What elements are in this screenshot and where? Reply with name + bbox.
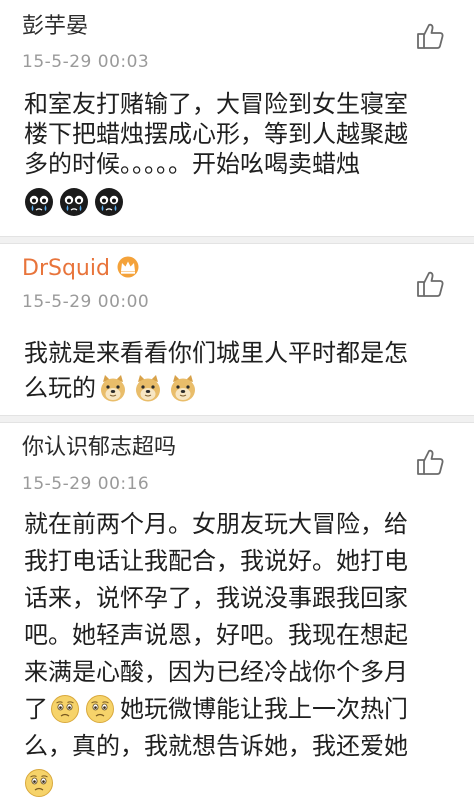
- comment-line: 了 她玩微博能让我上一次热门: [24, 694, 456, 724]
- comment-line: 我打电话让我配合，我说好。她打电: [24, 547, 408, 575]
- thumbs-up-icon[interactable]: [415, 447, 445, 477]
- doge-icon: [98, 373, 128, 403]
- username[interactable]: DrSquid: [22, 255, 140, 283]
- doge-icon: [133, 373, 163, 403]
- comment-divider: [0, 415, 474, 423]
- comment-line: 就在前两个月。女朋友玩大冒险，给: [24, 510, 408, 538]
- comment-line: 我就是来看看你们城里人平时都是怎: [24, 339, 408, 367]
- cry-mask-icon: [24, 187, 54, 217]
- comment-line: 来满是心酸，因为已经冷战你个多月: [24, 658, 408, 686]
- timestamp: 15-5-29 00:00: [22, 292, 150, 312]
- comment-text: 就在前两个月。女朋友玩大冒险，给 我打电话让我配合，我说好。她打电 话来，说怀孕…: [24, 509, 456, 798]
- comment-text: 我就是来看看你们城里人平时都是怎 么玩的: [24, 338, 456, 403]
- doge-icon: [168, 373, 198, 403]
- cry-mask-icon: [59, 187, 89, 217]
- thumbs-up-icon[interactable]: [415, 21, 445, 51]
- comment-line: 么玩的: [24, 373, 456, 403]
- comment-line: 和室友打赌输了，大冒险到女生寝室: [24, 90, 408, 118]
- comment-line-text: 了: [24, 695, 48, 723]
- sad-face-icon: [24, 768, 54, 798]
- comment-card: 彭芋晏 15-5-29 00:03 和室友打赌输了，大冒险到女生寝室 楼下把蜡烛…: [0, 0, 474, 230]
- sad-face-icon: [85, 694, 115, 724]
- comment-line-text: 么玩的: [24, 374, 96, 402]
- comment-line-text: 她玩微博能让我上一次热门: [120, 695, 408, 723]
- comment-card: DrSquid 15-5-29 00:00 我就是来看看你们城里人平时都是怎 么…: [0, 244, 474, 412]
- comment-text: 和室友打赌输了，大冒险到女生寝室 楼下把蜡烛摆成心形，等到人越聚越 多的时候。。…: [24, 89, 456, 217]
- username[interactable]: 彭芋晏: [22, 13, 88, 41]
- username[interactable]: 你认识郁志超吗: [22, 434, 176, 462]
- username-text: DrSquid: [22, 256, 110, 281]
- comment-line: 楼下把蜡烛摆成心形，等到人越聚越: [24, 120, 408, 148]
- timestamp: 15-5-29 00:03: [22, 52, 150, 72]
- timestamp: 15-5-29 00:16: [22, 474, 150, 494]
- comment-divider: [0, 236, 474, 244]
- vip-crown-icon: [116, 256, 140, 278]
- comment-card: 你认识郁志超吗 15-5-29 00:16 就在前两个月。女朋友玩大冒险，给 我…: [0, 423, 474, 807]
- comment-line: 吧。她轻声说恩，好吧。我现在想起: [24, 621, 408, 649]
- cry-mask-icon: [94, 187, 124, 217]
- sad-face-icon: [50, 694, 80, 724]
- thumbs-up-icon[interactable]: [415, 269, 445, 299]
- comment-line: 多的时候。。。。。开始吆喝卖蜡烛: [24, 150, 360, 178]
- emoji-row: [24, 768, 456, 798]
- comment-line: 么，真的，我就想告诉她，我还爱她: [24, 732, 408, 760]
- emoji-row: [24, 187, 456, 217]
- comment-line: 话来，说怀孕了，我说没事跟我回家: [24, 584, 408, 612]
